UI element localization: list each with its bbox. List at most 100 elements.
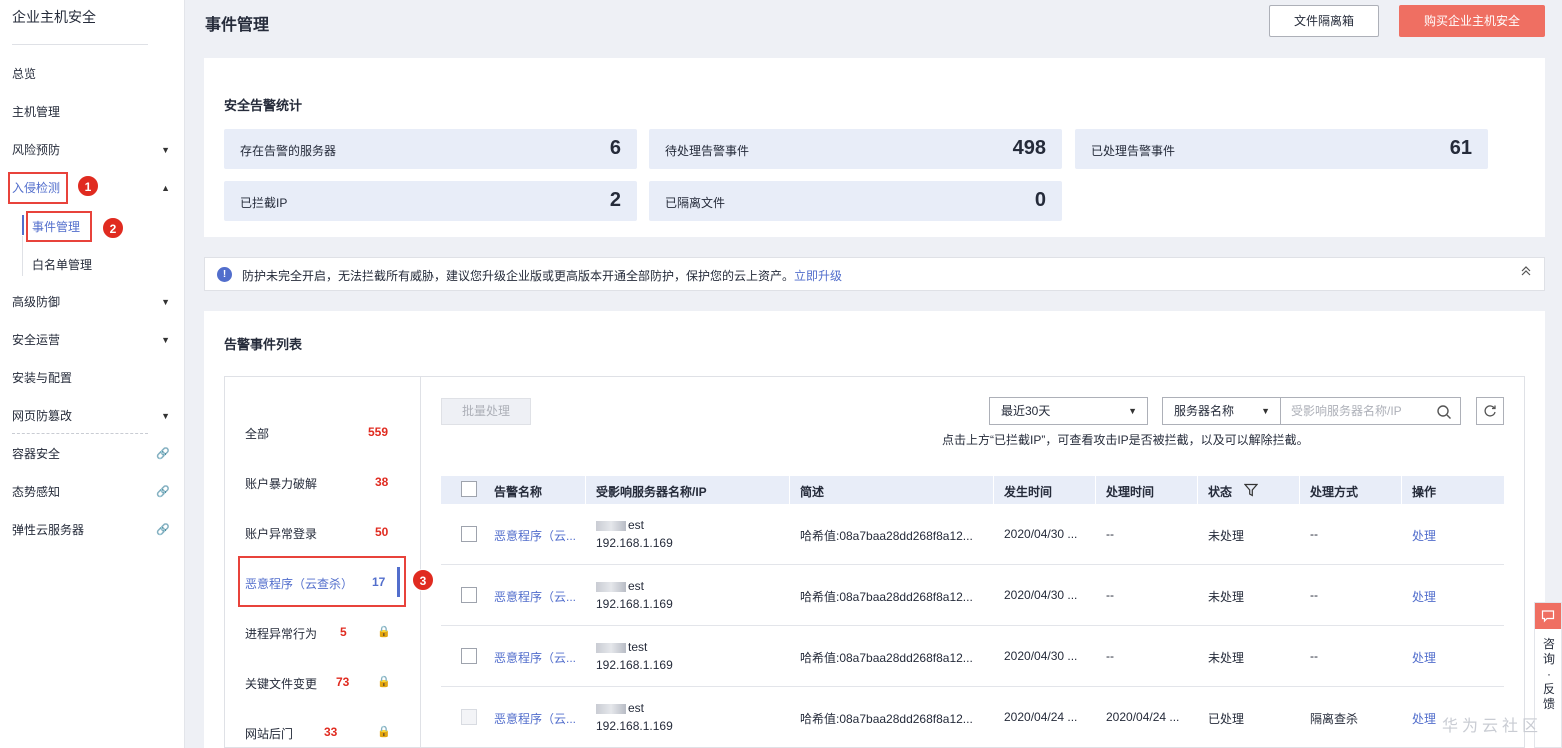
refresh-button[interactable] xyxy=(1476,397,1504,425)
highlight-box xyxy=(26,211,92,242)
row-checkbox[interactable] xyxy=(461,648,477,664)
select-value: 最近30天 xyxy=(1001,404,1051,418)
divider xyxy=(585,476,586,504)
stat-value: 498 xyxy=(1012,137,1046,159)
search-icon[interactable] xyxy=(1436,403,1452,429)
handled-time: -- xyxy=(1106,588,1114,602)
blocked-ip-hint: 点击上方“已拦截IP”，可查看攻击IP是否被拦截，以及可以解除拦截。 xyxy=(942,433,1309,447)
sidebar-item-container-security[interactable]: 容器安全 🔗 xyxy=(12,444,172,464)
callout-badge: 3 xyxy=(412,569,434,591)
sidebar-item-web-tamper[interactable]: 网页防篡改 ▼ xyxy=(12,406,172,426)
divider xyxy=(12,44,148,45)
status: 未处理 xyxy=(1208,651,1245,665)
category-process-anomaly[interactable]: 进程异常行为 xyxy=(245,625,317,642)
row-checkbox[interactable] xyxy=(461,587,477,603)
page-title: 事件管理 xyxy=(205,17,270,34)
category-all[interactable]: 全部 xyxy=(245,425,269,442)
sidebar-item-ecs[interactable]: 弹性云服务器 🔗 xyxy=(12,520,172,540)
occurred-time: 2020/04/30 ... xyxy=(1004,527,1078,541)
sidebar-item-label: 风险预防 xyxy=(12,143,61,157)
refresh-icon xyxy=(1484,405,1496,417)
callout-badge: 1 xyxy=(77,175,99,197)
notice-text: 防护未完全开启，无法拦截所有威胁，建议您升级企业版或更高版本开通全部防护，保护您… xyxy=(242,269,795,283)
stat-blocked-ip[interactable]: 已拦截IP 2 xyxy=(224,181,637,221)
sidebar-item-label: 态势感知 xyxy=(12,485,61,499)
process-action-link[interactable]: 处理 xyxy=(1412,588,1436,605)
buy-button[interactable]: 购买企业主机安全 xyxy=(1399,5,1545,37)
category-count: 5 xyxy=(340,625,347,639)
sidebar-item-label: 主机管理 xyxy=(12,105,61,119)
brand-title: 企业主机安全 xyxy=(12,9,96,25)
divider xyxy=(1095,476,1096,504)
divider xyxy=(993,476,994,504)
select-all-checkbox[interactable] xyxy=(461,481,477,497)
stat-quarantined-files[interactable]: 已隔离文件 0 xyxy=(649,181,1062,221)
alert-name-link[interactable]: 恶意程序（云... xyxy=(494,588,576,605)
caret-up-icon: ▲ xyxy=(161,183,170,193)
process-action-link[interactable]: 处理 xyxy=(1412,710,1436,727)
batch-process-button[interactable]: 批量处理 xyxy=(441,398,531,425)
file-quarantine-button[interactable]: 文件隔离箱 xyxy=(1269,5,1379,37)
time-range-select[interactable]: 最近30天 ▼ xyxy=(989,397,1148,425)
sidebar-item-whitelist[interactable]: 白名单管理 xyxy=(32,256,92,273)
stat-pending-events[interactable]: 待处理告警事件 498 xyxy=(649,129,1062,169)
caret-down-icon: ▼ xyxy=(161,335,170,345)
category-file-change[interactable]: 关键文件变更 xyxy=(245,675,317,692)
highlight-box xyxy=(238,556,406,607)
sidebar-item-overview[interactable]: 总览 xyxy=(12,64,172,84)
category-brute-force[interactable]: 账户暴力破解 xyxy=(245,475,317,492)
sidebar-item-host-management[interactable]: 主机管理 xyxy=(12,102,172,122)
redacted-mark xyxy=(596,520,626,531)
stat-handled-events[interactable]: 已处理告警事件 61 xyxy=(1075,129,1488,169)
alert-name-link[interactable]: 恶意程序（云... xyxy=(494,710,576,727)
sidebar-item-security-ops[interactable]: 安全运营 ▼ xyxy=(12,330,172,350)
server-name: test xyxy=(596,640,647,654)
filter-icon[interactable] xyxy=(1243,483,1259,500)
upgrade-link[interactable]: 立即升级 xyxy=(794,269,842,283)
collapse-icon[interactable] xyxy=(1520,265,1532,280)
link-icon: 🔗 xyxy=(156,486,170,498)
divider xyxy=(1401,476,1402,504)
divider xyxy=(1197,476,1198,504)
search-input[interactable]: 受影响服务器名称/IP xyxy=(1281,397,1461,425)
category-count: 50 xyxy=(375,525,389,539)
category-count: 33 xyxy=(324,725,338,739)
stat-value: 2 xyxy=(609,189,621,211)
divider xyxy=(441,686,1504,687)
server-name: est xyxy=(596,518,644,532)
category-abnormal-login[interactable]: 账户异常登录 xyxy=(245,525,317,542)
sidebar-item-install-config[interactable]: 安装与配置 xyxy=(12,368,172,388)
category-count: 73 xyxy=(336,675,350,689)
search-placeholder: 受影响服务器名称/IP xyxy=(1291,404,1402,418)
column-header: 受影响服务器名称/IP xyxy=(596,485,707,499)
sidebar-item-situation-awareness[interactable]: 态势感知 🔗 xyxy=(12,482,172,502)
column-header: 处理时间 xyxy=(1106,485,1155,499)
sidebar: 企业主机安全 总览 主机管理 风险预防 ▼ 入侵检测 ▲ 事件管理 白名单管理 高级… xyxy=(0,0,185,748)
stat-label: 待处理告警事件 xyxy=(665,144,750,158)
notice-message: 防护未完全开启，无法拦截所有威胁，建议您升级企业版或更高版本开通全部防护，保护您… xyxy=(242,267,842,284)
stat-value: 0 xyxy=(1034,189,1046,211)
row-checkbox[interactable] xyxy=(461,526,477,542)
sidebar-item-advanced-defense[interactable]: 高级防御 ▼ xyxy=(12,292,172,312)
handling-method: 隔离查杀 xyxy=(1310,712,1359,726)
handling-method: -- xyxy=(1310,527,1318,541)
alert-name-link[interactable]: 恶意程序（云... xyxy=(494,649,576,666)
column-header: 告警名称 xyxy=(494,485,543,499)
stat-servers-with-alerts[interactable]: 存在告警的服务器 6 xyxy=(224,129,637,169)
divider xyxy=(789,476,790,504)
redacted-mark xyxy=(596,581,626,592)
row-checkbox[interactable] xyxy=(461,709,477,725)
handling-method: -- xyxy=(1310,588,1318,602)
sidebar-item-label: 安装与配置 xyxy=(12,371,73,385)
stat-label: 存在告警的服务器 xyxy=(240,144,337,158)
search-field-select[interactable]: 服务器名称 ▼ xyxy=(1162,397,1281,425)
category-web-backdoor[interactable]: 网站后门 xyxy=(245,725,293,742)
events-title: 告警事件列表 xyxy=(224,337,303,352)
description: 哈希值:08a7baa28dd268f8a12... xyxy=(800,651,973,665)
column-header: 状态 xyxy=(1208,485,1233,499)
sidebar-item-risk-prevention[interactable]: 风险预防 ▼ xyxy=(12,140,172,160)
process-action-link[interactable]: 处理 xyxy=(1412,527,1436,544)
alert-name-link[interactable]: 恶意程序（云... xyxy=(494,527,576,544)
process-action-link[interactable]: 处理 xyxy=(1412,649,1436,666)
redacted-mark xyxy=(596,642,626,653)
